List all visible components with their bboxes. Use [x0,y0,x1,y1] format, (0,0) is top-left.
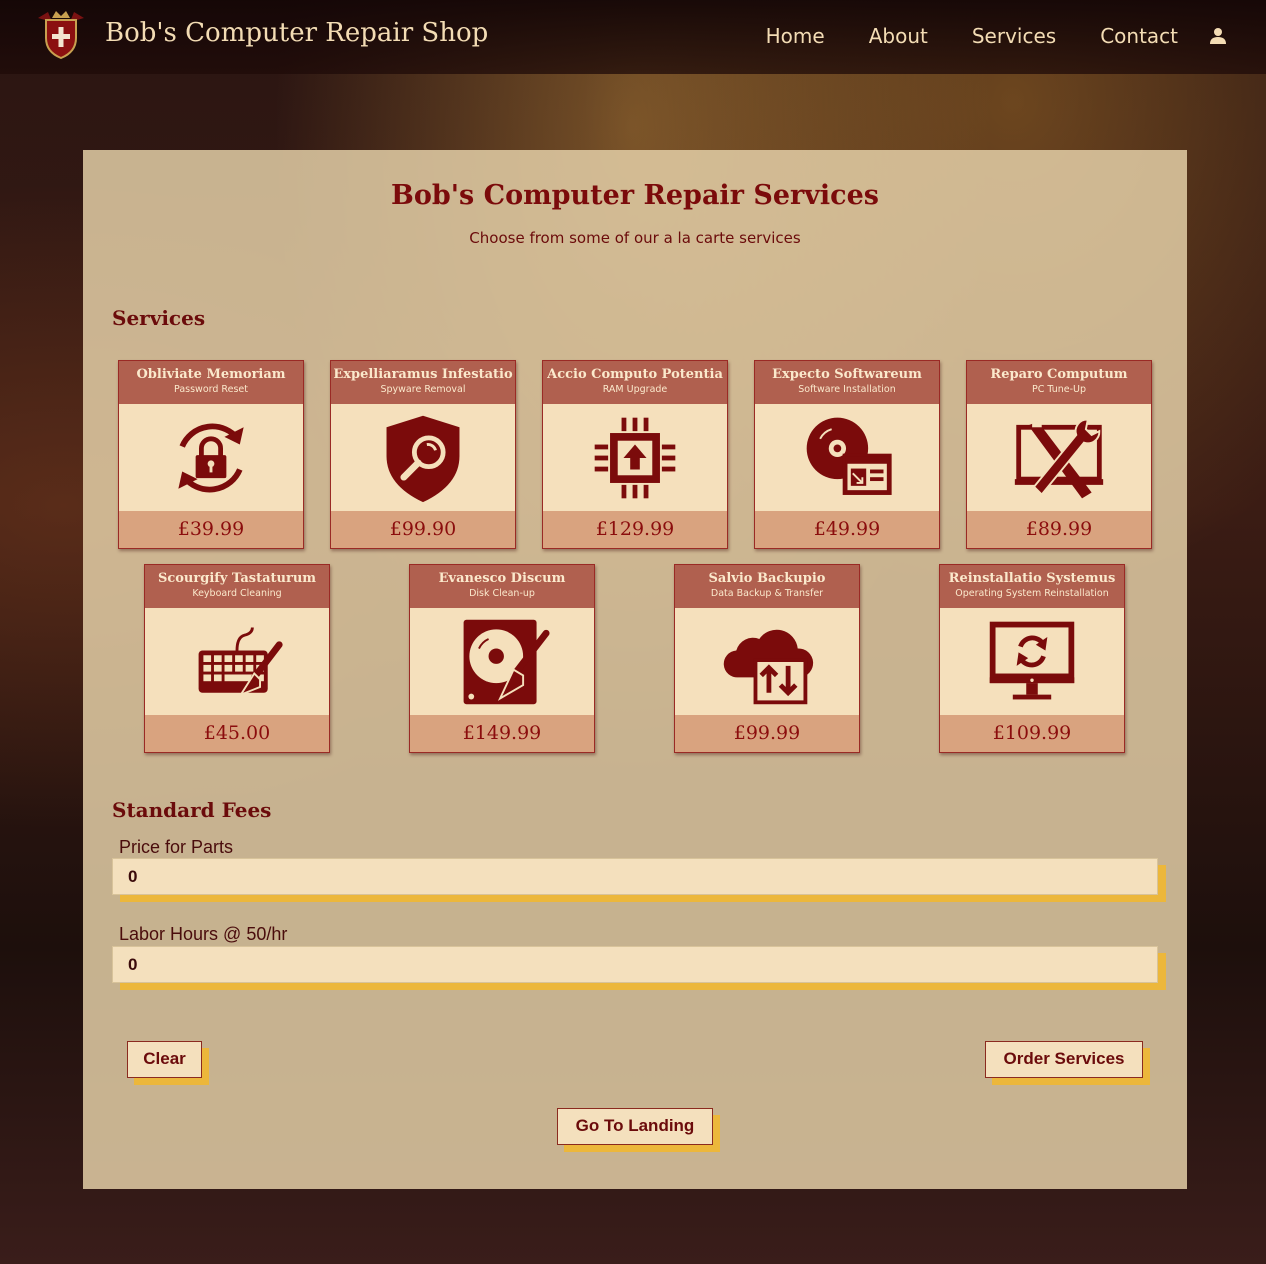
card-price: £149.99 [410,715,594,752]
card-subtitle: Password Reset [174,384,248,395]
keyboard-brush-icon [198,626,283,697]
card-price: £45.00 [145,715,329,752]
card-subtitle: Data Backup & Transfer [710,588,824,599]
service-card-pc-tune-up[interactable]: Reparo Computum PC Tune-Up £89.99 [966,360,1152,549]
harddisk-brush-icon [463,619,550,704]
card-header: Reinstallatio Systemus Operating System … [940,565,1124,608]
user-account-icon[interactable] [1208,26,1228,46]
nav-contact-link[interactable]: Contact [1100,24,1178,48]
crest-logo-icon[interactable] [34,8,88,60]
monitor-refresh-icon [989,621,1075,699]
top-navbar: Bob's Computer Repair Shop Home About Se… [0,0,1266,74]
card-title: Expecto Softwareum [772,367,922,382]
go-to-landing-button[interactable]: Go To Landing [557,1108,713,1145]
card-title: Expelliaramus Infestatio [333,367,513,382]
card-title: Accio Computo Potentia [547,367,723,382]
card-header: Scourgify Tastaturum Keyboard Cleaning [145,565,329,608]
tools-monitor-icon [1014,418,1104,498]
card-price: £129.99 [543,511,727,548]
card-price: £49.99 [755,511,939,548]
brand-name[interactable]: Bob's Computer Repair Shop [105,18,488,48]
card-header: Accio Computo Potentia RAM Upgrade [543,361,727,404]
nav-services-link[interactable]: Services [972,24,1056,48]
service-card-password-reset[interactable]: Obliviate Memoriam Password Reset £39.99 [118,360,304,549]
service-card-spyware-removal[interactable]: Expelliaramus Infestatio Spyware Removal… [330,360,516,549]
labor-hours-input[interactable] [112,946,1158,983]
order-services-button[interactable]: Order Services [985,1041,1143,1078]
parts-price-label: Price for Parts [119,837,234,857]
card-header: Reparo Computum PC Tune-Up [967,361,1151,404]
service-card-data-backup[interactable]: Salvio Backupio Data Backup & Transfer £… [674,564,860,753]
card-header: Expelliaramus Infestatio Spyware Removal [331,361,515,404]
services-heading: Services [112,306,206,330]
card-title: Scourgify Tastaturum [157,571,317,586]
nav-about-link[interactable]: About [869,24,928,48]
chip-upgrade-icon [594,417,676,498]
card-header: Expecto Softwareum Software Installation [755,361,939,404]
labor-hours-label: Labor Hours @ 50/hr [119,924,288,944]
card-price: £99.90 [331,511,515,548]
standard-fees-heading: Standard Fees [112,798,272,822]
cloud-transfer-icon [723,629,814,704]
card-title: Obliviate Memoriam [136,367,286,382]
card-header: Salvio Backupio Data Backup & Transfer [675,565,859,608]
card-subtitle: Operating System Reinstallation [955,588,1109,599]
parts-price-input[interactable] [112,858,1158,895]
card-title: Reinstallatio Systemus [948,571,1116,586]
service-card-disk-clean-up[interactable]: Evanesco Discum Disk Clean-up £149.99 [409,564,595,753]
card-subtitle: PC Tune-Up [1031,384,1087,395]
services-panel: Bob's Computer Repair Services Choose fr… [83,150,1187,1189]
shield-search-icon [386,415,460,502]
page-subtitle: Choose from some of our a la carte servi… [469,229,801,247]
card-header: Obliviate Memoriam Password Reset [119,361,303,404]
disc-install-icon [806,417,892,495]
card-subtitle: Keyboard Cleaning [192,588,282,599]
card-header: Evanesco Discum Disk Clean-up [410,565,594,608]
card-price: £99.99 [675,715,859,752]
card-subtitle: Spyware Removal [380,384,466,395]
page-title: Bob's Computer Repair Services [391,180,879,211]
card-subtitle: Disk Clean-up [469,588,535,599]
card-price: £109.99 [940,715,1124,752]
card-title: Reparo Computum [990,367,1128,382]
service-card-keyboard-cleaning[interactable]: Scourgify Tastaturum Keyboard Cleaning £… [144,564,330,753]
clear-button[interactable]: Clear [127,1041,202,1078]
service-card-os-reinstallation[interactable]: Reinstallatio Systemus Operating System … [939,564,1125,753]
card-price: £89.99 [967,511,1151,548]
card-price: £39.99 [119,511,303,548]
nav-links: Home About Services Contact [766,24,1178,48]
service-card-ram-upgrade[interactable]: Accio Computo Potentia RAM Upgrade £129.… [542,360,728,549]
card-subtitle: Software Installation [798,384,896,395]
lock-refresh-icon [178,423,244,492]
card-title: Evanesco Discum [438,571,566,586]
service-card-software-installation[interactable]: Expecto Softwareum Software Installation… [754,360,940,549]
card-subtitle: RAM Upgrade [602,384,668,395]
nav-home-link[interactable]: Home [766,24,825,48]
card-title: Salvio Backupio [708,571,826,586]
